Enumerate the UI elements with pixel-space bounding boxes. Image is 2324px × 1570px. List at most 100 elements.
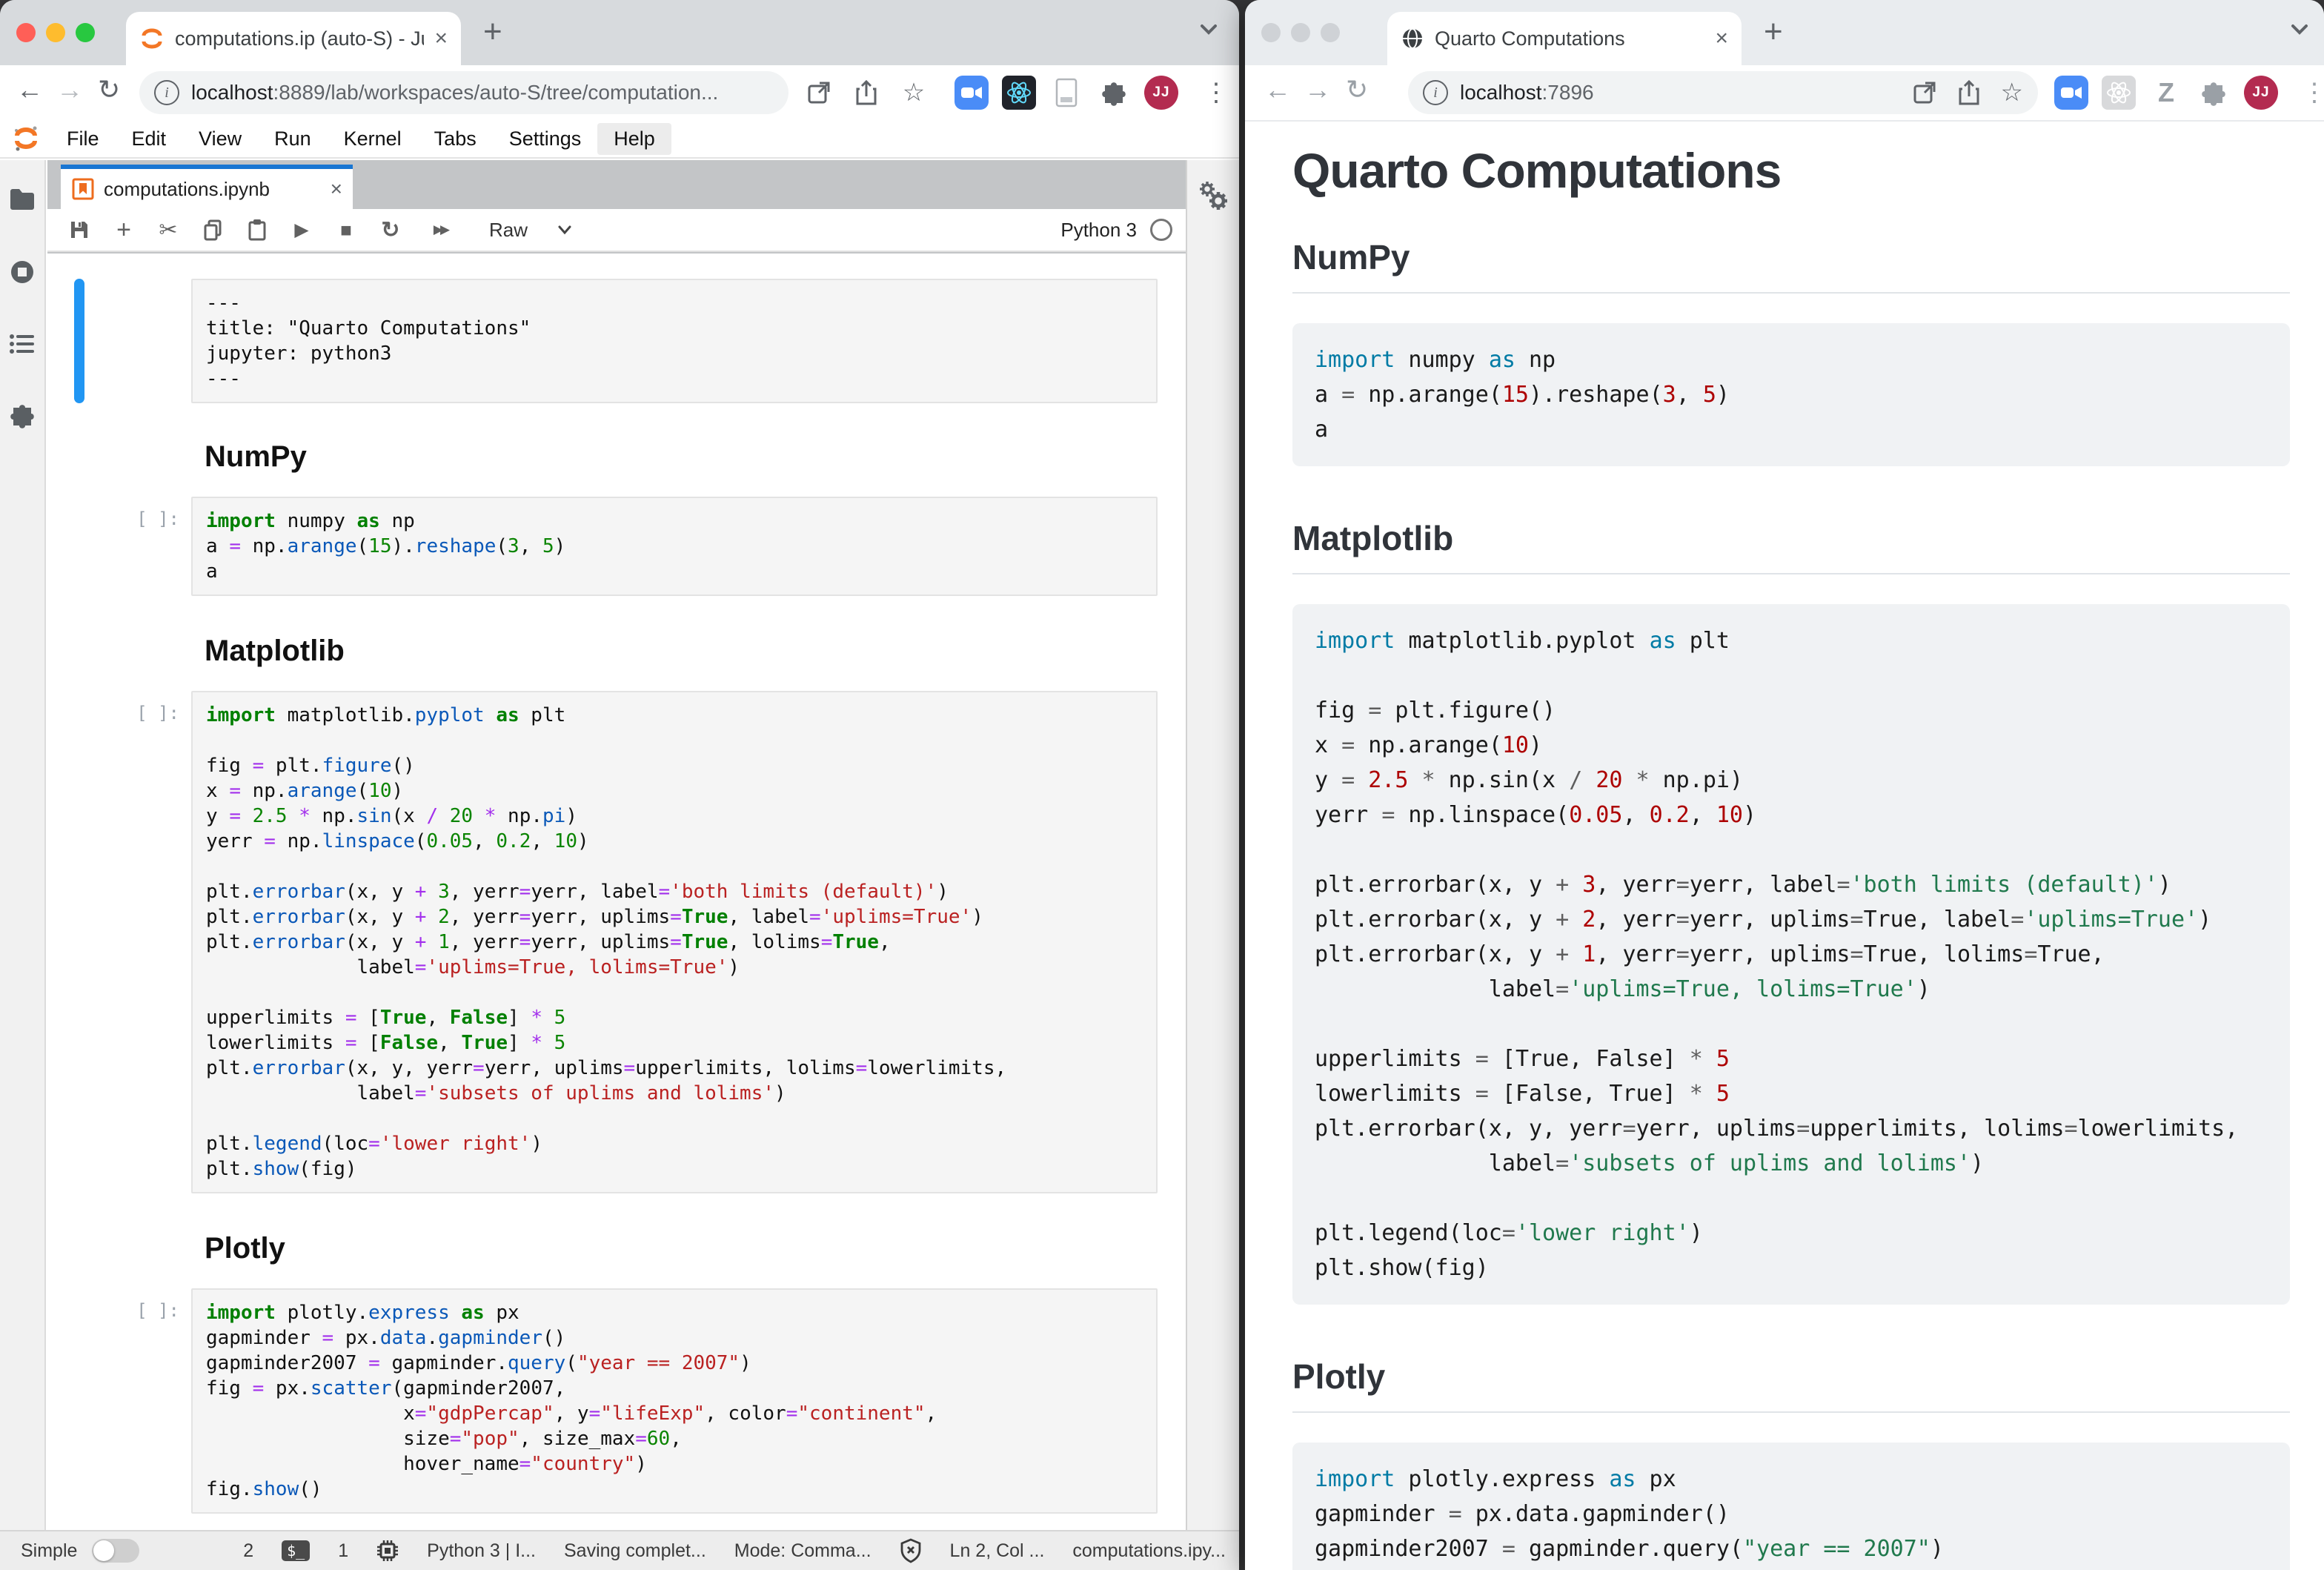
restart-kernel-button[interactable]: ↻ [379, 217, 402, 243]
quarto-browser-window: Quarto Computations × + ← → ↻ i localhos… [1245, 0, 2324, 1570]
address-bar[interactable]: i localhost:8889/lab/workspaces/auto-S/t… [139, 71, 788, 114]
back-button[interactable]: ← [16, 74, 43, 105]
jupyter-logo-icon [0, 125, 50, 153]
code-cell[interactable]: [ ]: import plotly.express as pxgapminde… [47, 1288, 1186, 1514]
interrupt-kernel-button[interactable]: ■ [335, 219, 357, 242]
notebook-document-tab[interactable]: computations.ipynb × [61, 165, 353, 209]
address-bar[interactable]: i localhost:7896 ☆ [1408, 71, 2038, 114]
share-icon[interactable] [1956, 79, 1982, 107]
site-info-icon[interactable]: i [154, 80, 179, 105]
paste-cells-button[interactable] [246, 219, 268, 241]
plotly-cell-editor[interactable]: import plotly.express as pxgapminder = p… [191, 1288, 1158, 1514]
restart-run-all-button[interactable]: ▶▶ [424, 222, 456, 237]
menu-help[interactable]: Help [597, 123, 671, 155]
run-cell-button[interactable]: ▶ [290, 219, 313, 241]
profile-avatar[interactable]: JJ [2244, 76, 2278, 110]
zoom-extension-icon[interactable] [2054, 76, 2088, 110]
add-cell-button[interactable]: + [113, 216, 135, 245]
react-devtools-extension-icon[interactable] [2102, 76, 2136, 110]
mode-indicator[interactable]: Mode: Comma... [734, 1540, 872, 1562]
menu-settings[interactable]: Settings [493, 123, 598, 155]
reload-button[interactable]: ↻ [1346, 74, 1368, 105]
react-devtools-extension-icon[interactable] [1002, 76, 1036, 110]
open-in-new-icon[interactable] [802, 76, 836, 110]
kernel-indicator[interactable]: Python 3 [1060, 219, 1177, 242]
minimize-window-button[interactable] [1291, 23, 1310, 42]
browser-tab[interactable]: computations.ip (auto-S) - Jup × [126, 12, 461, 65]
kernel-status-text[interactable]: Python 3 | I... [427, 1540, 536, 1562]
docs-extension-icon[interactable] [1049, 76, 1083, 110]
bookmark-star-icon[interactable]: ☆ [2001, 80, 2023, 105]
jupyterlab-activity-bar [0, 160, 46, 1530]
forward-button[interactable]: → [1304, 74, 1331, 105]
menu-edit[interactable]: Edit [116, 123, 183, 155]
save-button[interactable] [68, 219, 90, 240]
copy-cells-button[interactable] [202, 219, 224, 241]
share-icon[interactable] [849, 76, 883, 110]
markdown-cell[interactable]: NumPy [47, 436, 1186, 477]
zoom-window-button[interactable] [1321, 23, 1340, 42]
raw-cell[interactable]: ---title: "Quarto Computations"jupyter: … [47, 279, 1186, 403]
extension-manager-icon[interactable] [9, 403, 36, 430]
profile-avatar[interactable]: JJ [1144, 76, 1178, 110]
code-cell[interactable]: [ ]: import numpy as npa = np.arange(15)… [47, 497, 1186, 596]
close-notebook-icon[interactable]: × [331, 177, 342, 201]
terminal-count[interactable]: 2 [243, 1540, 253, 1562]
numpy-cell-editor[interactable]: import numpy as npa = np.arange(15).resh… [191, 497, 1158, 596]
jupyterlab-statusbar: Simple 2 $_ 1 Python 3 | I... Saving com… [0, 1530, 1239, 1570]
kernel-count[interactable]: 1 [338, 1540, 348, 1562]
close-window-button[interactable] [16, 23, 36, 42]
close-tab-icon[interactable]: × [1715, 26, 1728, 51]
browser-menu-icon[interactable]: ⋮ [1199, 76, 1233, 110]
browser-tab-strip: computations.ip (auto-S) - Jup × + [0, 0, 1239, 65]
back-button[interactable]: ← [1264, 74, 1291, 105]
reload-button[interactable]: ↻ [98, 74, 120, 105]
raw-cell-editor[interactable]: ---title: "Quarto Computations"jupyter: … [191, 279, 1158, 403]
forward-button[interactable]: → [56, 74, 83, 105]
extensions-puzzle-icon[interactable] [1095, 76, 1129, 110]
quarto-rendered-page[interactable]: Quarto Computations NumPy import numpy a… [1245, 122, 2324, 1570]
menu-tabs[interactable]: Tabs [418, 123, 493, 155]
menu-file[interactable]: File [50, 123, 116, 155]
active-cell-indicator[interactable] [74, 279, 84, 403]
matplotlib-cell-editor[interactable]: import matplotlib.pyplot as plt fig = pl… [191, 691, 1158, 1193]
property-inspector-strip [1186, 160, 1239, 1530]
jupyterlab-browser-window: computations.ip (auto-S) - Jup × + ← → ↻… [0, 0, 1239, 1570]
trust-shield-icon[interactable] [900, 1538, 922, 1563]
cut-cells-button[interactable]: ✂ [157, 217, 179, 243]
browser-tab[interactable]: Quarto Computations × [1387, 12, 1742, 65]
zoom-window-button[interactable] [76, 23, 95, 42]
markdown-cell[interactable]: Matplotlib [47, 630, 1186, 672]
file-browser-icon[interactable] [9, 188, 36, 211]
tab-search-chevron-icon[interactable] [1198, 22, 1220, 37]
terminal-icon[interactable]: $_ [282, 1540, 310, 1561]
notebook-content[interactable]: ---title: "Quarto Computations"jupyter: … [47, 254, 1186, 1530]
table-of-contents-icon[interactable] [10, 334, 35, 354]
browser-menu-icon[interactable]: ⋮ [2297, 76, 2324, 110]
markdown-cell[interactable]: Plotly [47, 1228, 1186, 1269]
z-extension-icon[interactable]: Z [2149, 76, 2183, 110]
simple-mode-toggle[interactable] [92, 1539, 139, 1563]
minimize-window-button[interactable] [46, 23, 65, 42]
new-tab-button[interactable]: + [483, 13, 502, 50]
new-tab-button[interactable]: + [1764, 13, 1783, 50]
close-tab-icon[interactable]: × [434, 26, 448, 51]
property-inspector-gears-icon[interactable] [1196, 179, 1230, 212]
kernel-chip-icon[interactable] [376, 1540, 399, 1562]
zoom-extension-icon[interactable] [954, 76, 989, 110]
menu-view[interactable]: View [182, 123, 258, 155]
notebook-tab-title: computations.ipynb [104, 178, 331, 201]
close-window-button[interactable] [1261, 23, 1281, 42]
tab-search-chevron-icon[interactable] [2288, 22, 2311, 37]
bookmark-star-icon[interactable]: ☆ [897, 76, 931, 110]
menu-kernel[interactable]: Kernel [328, 123, 418, 155]
open-in-new-icon[interactable] [1912, 80, 1937, 105]
extensions-puzzle-icon[interactable] [2195, 76, 2229, 110]
cursor-position[interactable]: Ln 2, Col ... [950, 1540, 1045, 1562]
heading-numpy: NumPy [191, 436, 1158, 477]
code-cell[interactable]: [ ]: import matplotlib.pyplot as plt fig… [47, 691, 1186, 1193]
running-kernels-icon[interactable] [10, 259, 35, 285]
cell-type-dropdown[interactable]: Raw [489, 219, 572, 242]
site-info-icon[interactable]: i [1423, 80, 1448, 105]
menu-run[interactable]: Run [258, 123, 328, 155]
